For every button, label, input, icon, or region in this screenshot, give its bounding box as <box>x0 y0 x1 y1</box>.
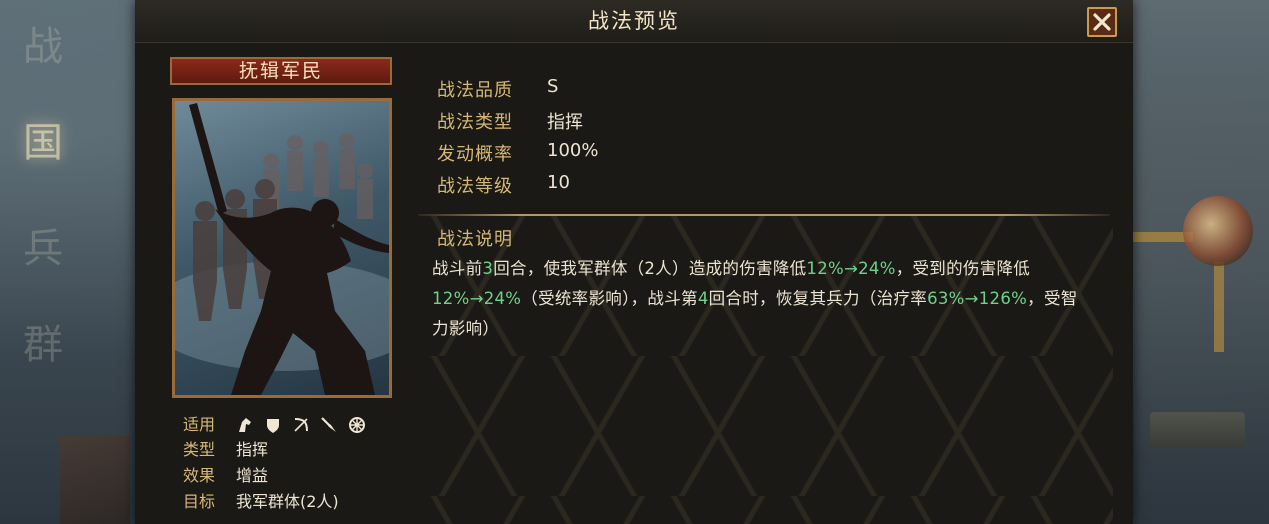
background-avatar <box>1183 196 1253 266</box>
description-segment: 战斗前 <box>432 259 483 278</box>
background-menu-glyph: 兵 <box>23 226 63 272</box>
spear-icon <box>320 416 338 434</box>
skill-type-value: 指挥 <box>547 112 583 133</box>
close-icon <box>1093 13 1111 31</box>
dialog-title: 战法预览 <box>588 9 680 33</box>
bow-icon <box>292 416 310 434</box>
description-value: 12%→24% <box>806 259 896 278</box>
skill-name: 抚辑军民 <box>170 57 392 85</box>
skill-level-label: 战法等级 <box>437 176 513 197</box>
description-text: 战斗前3回合，使我军群体（2人）造成的伤害降低12%→24%，受到的伤害降低12… <box>432 254 1092 344</box>
description-segment: 回合，使我军群体（2人）造成的伤害降低 <box>493 259 807 278</box>
description-title: 战法说明 <box>437 229 513 250</box>
description-value: 4 <box>697 289 709 308</box>
skill-type-label: 战法类型 <box>437 112 513 133</box>
background-menu-glyph: 国 <box>23 120 63 166</box>
cavalry-icon <box>236 416 254 434</box>
background-menu-glyph: 群 <box>23 322 63 368</box>
background-decor-bar <box>1214 262 1224 352</box>
wheel-icon <box>348 416 366 434</box>
section-divider <box>418 214 1110 216</box>
warrior-silhouette-illustration <box>175 103 389 395</box>
skill-portrait <box>172 98 392 398</box>
type-label: 类型 <box>183 440 216 459</box>
background-menu-glyph: 战 <box>23 24 63 70</box>
target-label: 目标 <box>183 492 216 511</box>
title-bar: 战法预览 <box>135 0 1133 43</box>
background-thumbnail <box>60 436 130 524</box>
effect-label: 效果 <box>183 466 216 485</box>
effect-value: 增益 <box>236 466 269 485</box>
target-value: 我军群体(2人) <box>236 492 339 511</box>
description-value: 3 <box>482 259 494 278</box>
type-value: 指挥 <box>236 440 269 459</box>
shield-icon <box>264 416 282 434</box>
quality-value: S <box>547 76 559 97</box>
trigger-chance-value: 100% <box>547 140 599 161</box>
skill-preview-dialog: 战法预览 抚辑军民 适用 类型 指挥 效果 增益 目标 我军群体(2人) 战法品… <box>135 0 1133 524</box>
description-segment: ，受到的伤害降低 <box>895 259 1031 278</box>
background-button <box>1150 412 1245 448</box>
description-segment: （受统率影响），战斗第 <box>521 289 698 308</box>
skill-level-value: 10 <box>547 172 570 193</box>
description-segment: 回合时，恢复其兵力（治疗率 <box>708 289 928 308</box>
trigger-chance-label: 发动概率 <box>437 144 513 165</box>
description-value: 63%→126% <box>927 289 1028 308</box>
description-value: 12%→24% <box>432 289 522 308</box>
troop-type-icons <box>236 416 366 434</box>
applicable-label: 适用 <box>183 415 216 434</box>
quality-label: 战法品质 <box>437 80 513 101</box>
close-button[interactable] <box>1087 7 1117 37</box>
